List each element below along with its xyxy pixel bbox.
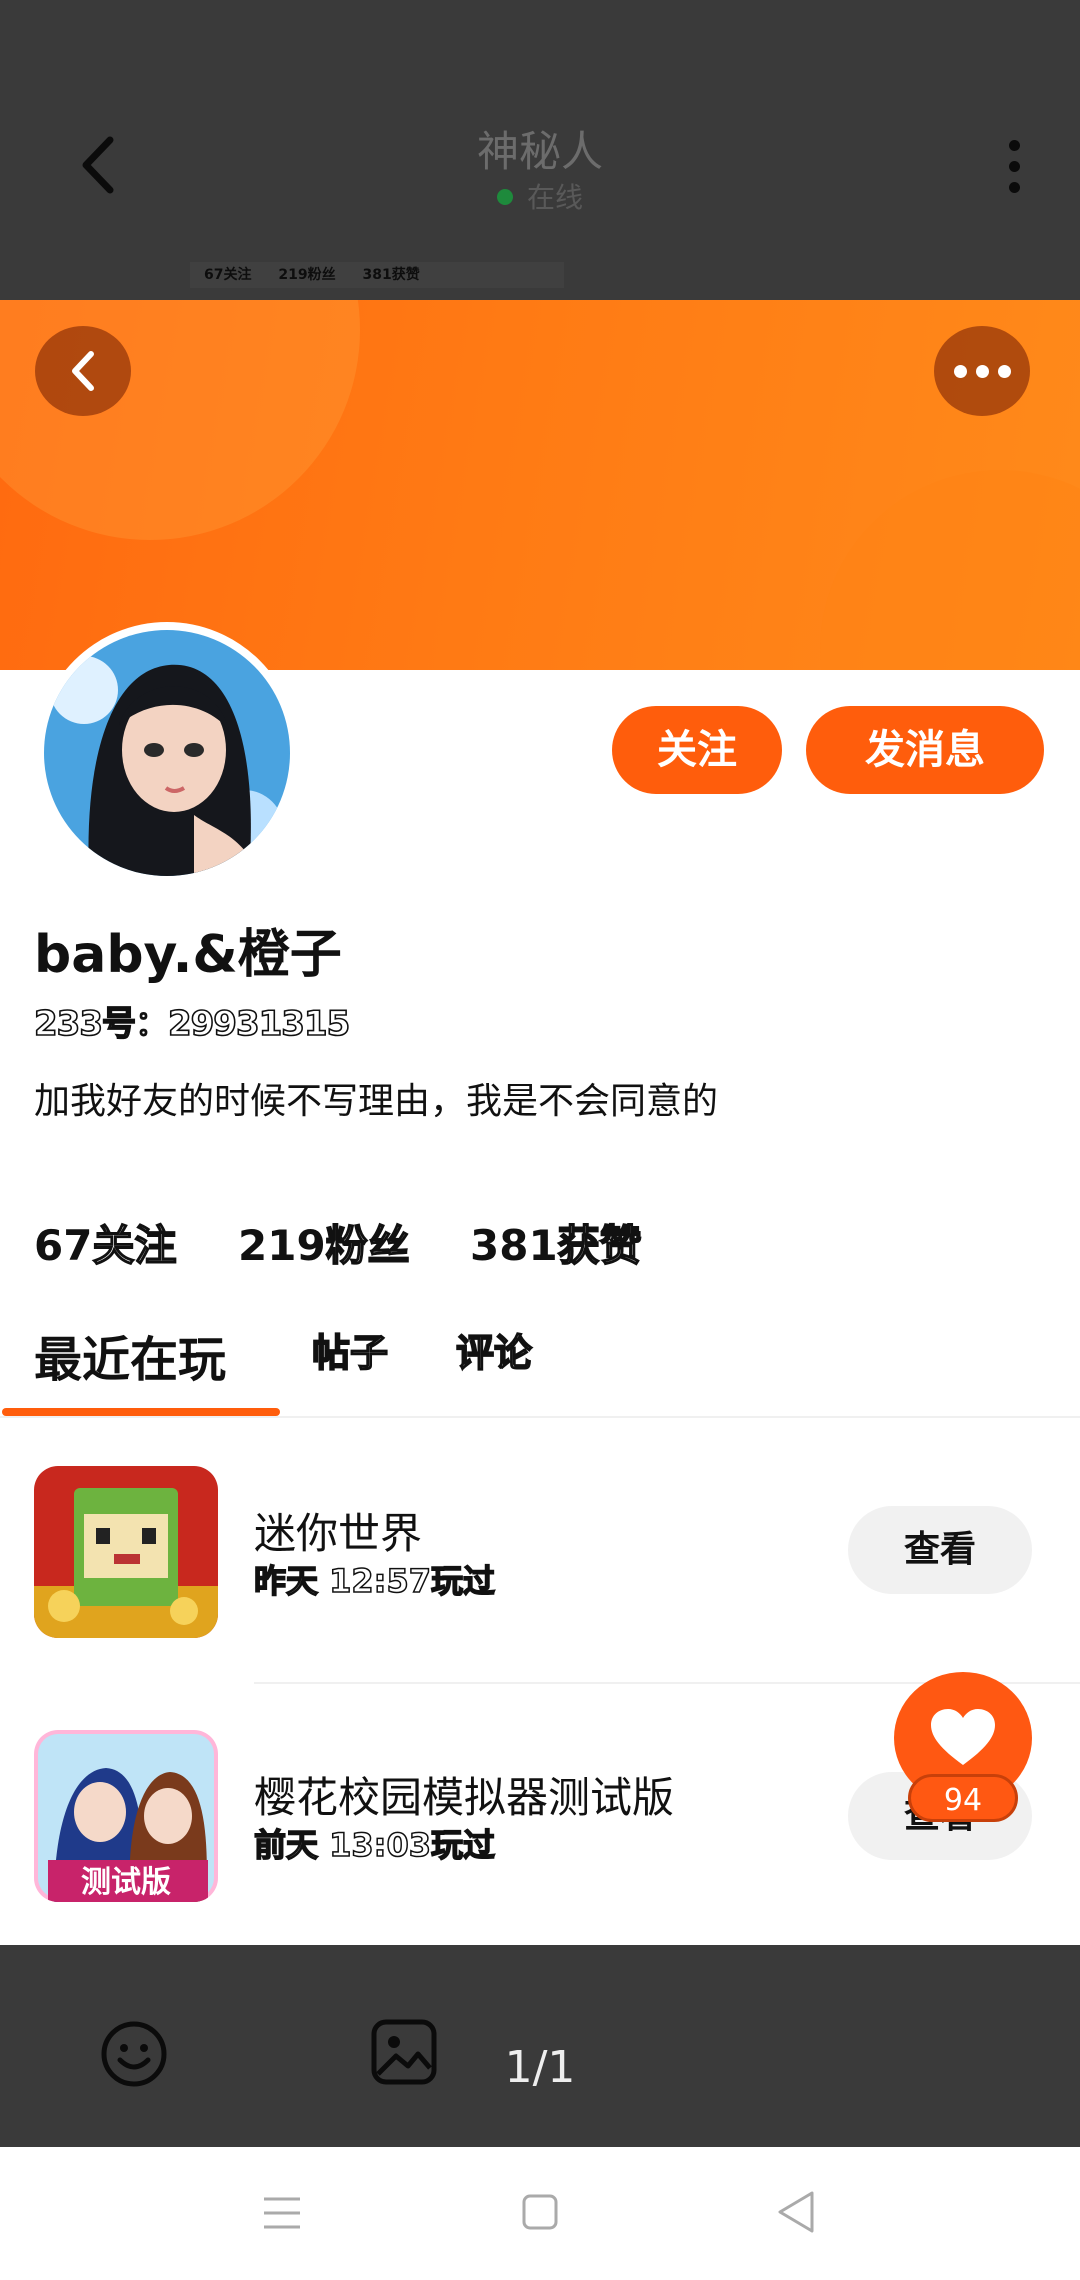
heart-icon <box>931 1709 995 1765</box>
online-status-text: 在线 <box>526 181 583 214</box>
game-name: 樱花校园模拟器测试版 <box>254 1773 675 1822</box>
image-icon[interactable] <box>370 2018 438 2086</box>
stat-following-label: 关注 <box>92 1220 178 1271</box>
send-message-button[interactable]: 发消息 <box>806 706 1044 794</box>
tab-posts[interactable]: 帖子 <box>311 1322 389 1377</box>
game-icon-sakura-school[interactable]: 测试版 <box>34 1730 218 1902</box>
online-dot-icon <box>496 189 513 205</box>
online-status: 在线 <box>0 176 1080 216</box>
user-id: 233号：29931315 <box>33 1003 351 1045</box>
game-last-played: 昨天 12:57玩过 <box>253 1561 496 1601</box>
avatar[interactable] <box>36 622 298 884</box>
stat-likes[interactable]: 381获赞 <box>470 1212 642 1273</box>
stat-following-count: 67 <box>34 1221 93 1270</box>
stat-fans-count: 219 <box>238 1221 326 1270</box>
profile-back-button[interactable] <box>35 326 131 416</box>
game-last-played: 前天 13:03玩过 <box>253 1825 496 1865</box>
chat-title: 神秘人 <box>476 127 603 176</box>
stat-likes-count: 381 <box>470 1221 558 1270</box>
tab-recently-played[interactable]: 最近在玩 <box>34 1320 226 1390</box>
username: baby.&橙子 <box>34 925 342 985</box>
profile-banner <box>0 300 1080 670</box>
follow-button[interactable]: 关注 <box>612 706 782 794</box>
header-stat-fans: 219粉丝 <box>278 267 336 283</box>
header-stats-strip: 67关注 219粉丝 381获赞 <box>190 262 564 288</box>
like-count-badge: 94 <box>908 1774 1018 1822</box>
stat-likes-label: 获赞 <box>557 1220 643 1271</box>
profile-more-button[interactable] <box>934 326 1030 416</box>
stat-fans[interactable]: 219粉丝 <box>238 1212 410 1273</box>
stat-fans-label: 粉丝 <box>325 1220 411 1271</box>
tab-comments[interactable]: 评论 <box>455 1322 533 1377</box>
emoji-icon[interactable] <box>100 2020 168 2088</box>
game-name: 迷你世界 <box>254 1509 423 1558</box>
more-vertical-icon[interactable] <box>1000 140 1028 200</box>
test-version-badge: 测试版 <box>81 1865 171 1900</box>
profile-card: 关注 发消息 baby.&橙子 233号：29931315 加我好友的时候不写理… <box>0 300 1080 1945</box>
header-stat-likes: 381获赞 <box>362 267 420 283</box>
back-triangle-icon[interactable] <box>776 2190 816 2234</box>
user-bio: 加我好友的时候不写理由，我是不会同意的 <box>34 1081 719 1122</box>
page-indicator: 1/1 <box>504 2042 576 2093</box>
home-icon[interactable] <box>522 2194 558 2230</box>
header-stat-following: 67关注 <box>204 267 252 283</box>
tab-divider <box>0 1416 1080 1418</box>
menu-icon[interactable] <box>262 2196 302 2230</box>
more-dots-icon <box>953 364 967 378</box>
stat-following[interactable]: 67关注 <box>34 1212 178 1273</box>
chevron-left-icon <box>72 351 94 391</box>
game-icon-mini-world[interactable] <box>34 1466 218 1638</box>
view-game-button[interactable]: 查看 <box>848 1506 1032 1594</box>
active-tab-indicator <box>2 1408 280 1416</box>
